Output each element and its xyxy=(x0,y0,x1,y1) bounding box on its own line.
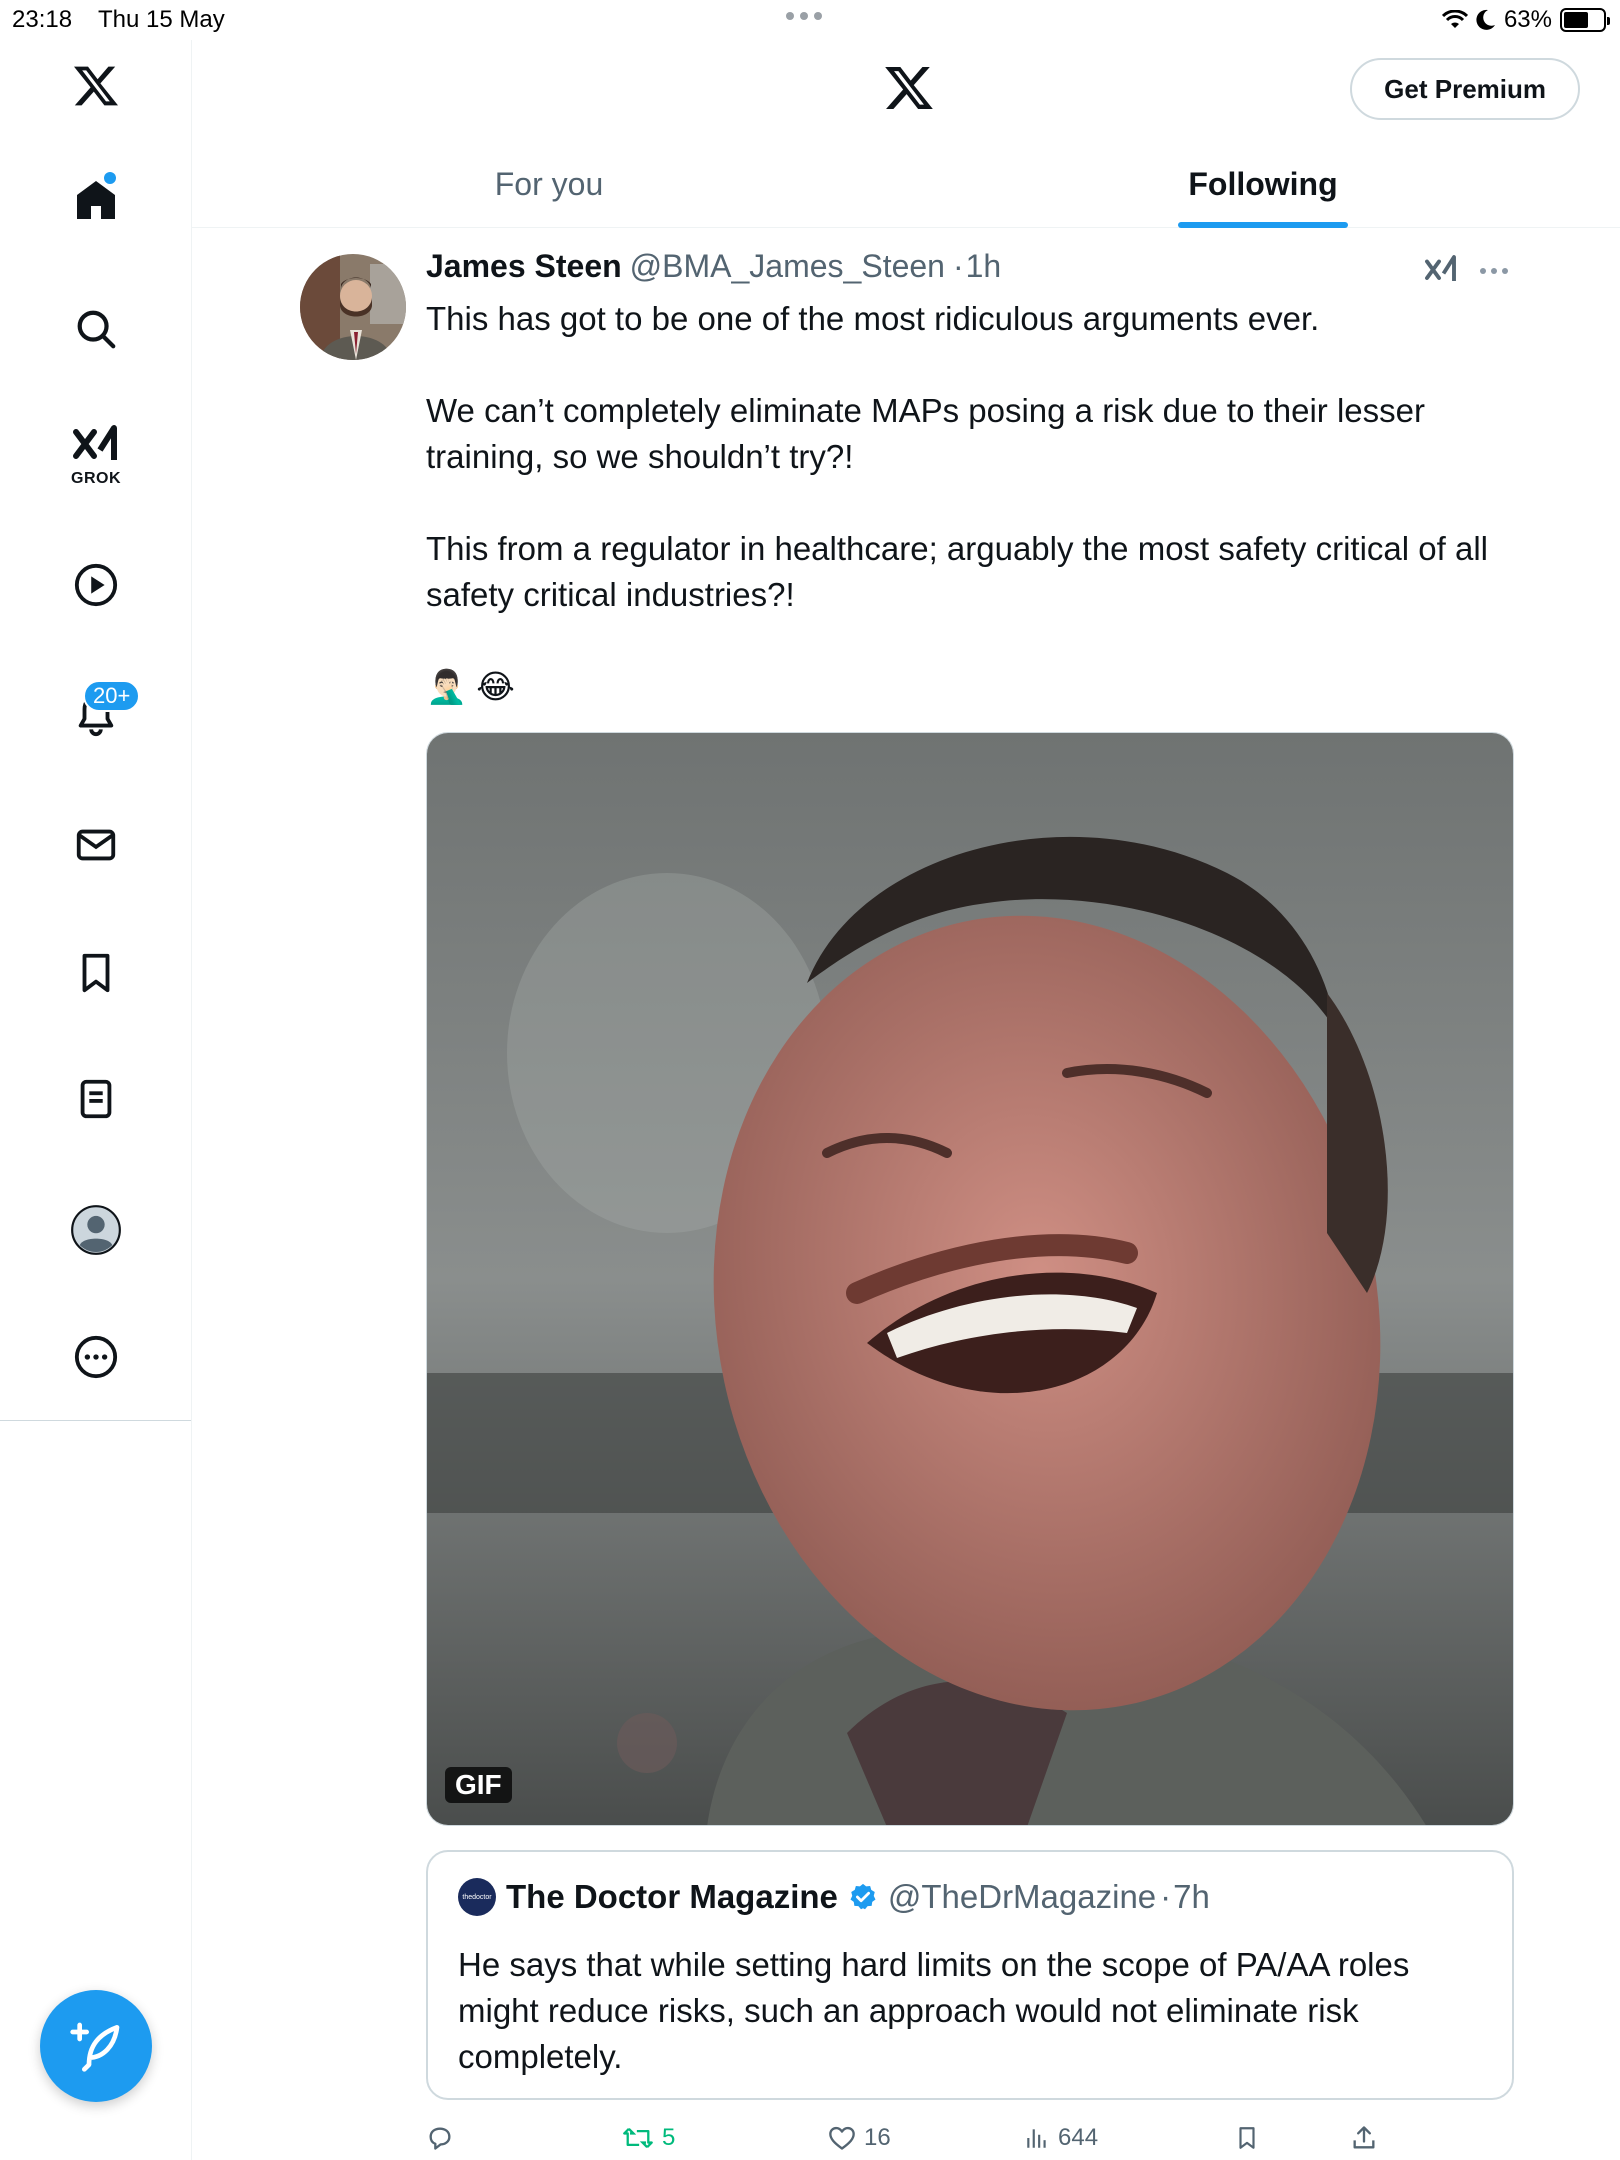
sidebar-item-explore[interactable] xyxy=(0,306,192,352)
retweet-icon xyxy=(623,2128,653,2148)
moon-icon xyxy=(1476,9,1495,30)
grok-explain-button[interactable] xyxy=(1424,252,1460,291)
sidebar-item-profile[interactable] xyxy=(0,1204,192,1256)
grok-label: GROK xyxy=(71,470,121,487)
quote-author-handle[interactable]: @TheDrMagazine xyxy=(888,1878,1156,1916)
status-date: Thu 15 May xyxy=(98,6,225,33)
sidebar-item-messages[interactable] xyxy=(0,822,192,868)
sidebar-item-bookmarks[interactable] xyxy=(0,950,192,996)
retweet-count: 5 xyxy=(662,2124,676,2151)
timeline-tabs: For you Following xyxy=(192,140,1620,228)
share-icon xyxy=(1353,2126,1375,2149)
list-icon xyxy=(80,1079,112,1119)
compose-button[interactable] xyxy=(40,1990,152,2102)
author-handle[interactable]: @BMA_James_Steen xyxy=(630,248,945,285)
quote-author-name[interactable]: The Doctor Magazine xyxy=(506,1878,838,1916)
more-icon xyxy=(74,1335,118,1379)
status-indicators: 63% xyxy=(1441,6,1610,34)
wifi-icon xyxy=(1441,10,1468,28)
mail-icon xyxy=(76,829,116,861)
avatar-image xyxy=(300,254,406,360)
battery-percent: 63% xyxy=(1503,6,1552,33)
status-bar: 23:18 Thu 15 May 63% xyxy=(0,0,1620,40)
tab-following-label: Following xyxy=(1188,165,1338,202)
get-premium-button[interactable]: Get Premium xyxy=(1350,58,1580,120)
bookmark-icon xyxy=(82,953,110,993)
tweet-line xyxy=(426,342,1516,388)
like-button[interactable]: 16 xyxy=(828,2124,891,2152)
tweet-line: We can’t completely eliminate MAPs posin… xyxy=(426,392,1425,475)
tab-for-you[interactable]: For you xyxy=(192,140,906,228)
grok-icon xyxy=(1425,255,1456,281)
gif-image xyxy=(427,733,1513,1825)
bookmark-icon xyxy=(1239,2127,1255,2149)
x-logo-center[interactable] xyxy=(882,62,936,119)
x-logo-icon xyxy=(885,66,933,110)
views-icon xyxy=(1027,2129,1046,2148)
share-button[interactable] xyxy=(1350,2124,1378,2152)
battery-icon xyxy=(1560,8,1610,32)
status-time: 23:18 xyxy=(12,6,73,33)
author-name[interactable]: James Steen xyxy=(426,248,622,285)
sidebar-item-video[interactable] xyxy=(0,562,192,608)
grok-icon xyxy=(73,425,117,460)
tab-for-you-label: For you xyxy=(494,165,604,202)
tweet-gif[interactable]: GIF xyxy=(426,732,1514,1826)
play-icon xyxy=(74,563,118,607)
tab-following[interactable]: Following xyxy=(906,140,1620,228)
x-logo-icon xyxy=(74,66,118,106)
reply-icon xyxy=(429,2127,451,2150)
heart-icon xyxy=(829,2126,855,2150)
sidebar-item-more[interactable] xyxy=(0,1334,192,1380)
compose-icon xyxy=(70,2022,120,2072)
sidebar-divider xyxy=(0,1420,192,1421)
quoted-tweet[interactable]: thedoctor The Doctor Magazine @TheDrMaga… xyxy=(426,1850,1514,2100)
views-button[interactable]: 644 xyxy=(1024,2124,1098,2152)
tweet-emoji-line: 🤦🏻‍♂️ 😂 xyxy=(426,668,515,705)
x-logo[interactable] xyxy=(0,62,192,110)
separator: · xyxy=(1160,1878,1172,1915)
tweet-line xyxy=(426,480,1516,526)
retweet-button[interactable]: 5 xyxy=(622,2124,675,2152)
views-count: 644 xyxy=(1058,2124,1099,2151)
verified-badge-icon xyxy=(850,1883,876,1910)
separator: · xyxy=(952,248,964,284)
quote-time[interactable]: 7h xyxy=(1173,1878,1210,1916)
quote-text: He says that while setting hard limits o… xyxy=(458,1946,1410,2075)
sidebar-item-home[interactable] xyxy=(0,172,192,224)
profile-icon xyxy=(71,1205,121,1255)
tweet-line: This from a regulator in healthcare; arg… xyxy=(426,530,1488,613)
tweet[interactable]: James Steen @BMA_James_Steen · 1h This h… xyxy=(192,228,1620,2160)
reply-button[interactable] xyxy=(426,2124,462,2152)
sidebar-item-lists[interactable] xyxy=(0,1076,192,1122)
notification-badge: 20+ xyxy=(83,680,141,712)
gif-badge: GIF xyxy=(445,1767,512,1803)
tweet-line xyxy=(426,618,1516,664)
sidebar-item-notifications[interactable]: 20+ xyxy=(0,680,192,738)
tweet-text: This has got to be one of the most ridic… xyxy=(426,296,1516,710)
avatar[interactable] xyxy=(300,254,406,360)
unread-dot xyxy=(104,172,116,184)
tweet-header: James Steen @BMA_James_Steen · 1h xyxy=(426,248,1001,285)
sidebar: GROK 20+ xyxy=(0,40,192,1420)
top-bar: Get Premium For you Following xyxy=(192,40,1620,228)
quote-avatar[interactable]: thedoctor xyxy=(458,1878,496,1916)
tweet-time[interactable]: 1h xyxy=(966,248,1002,285)
like-count: 16 xyxy=(864,2124,891,2151)
search-icon xyxy=(77,310,116,349)
more-options-icon[interactable] xyxy=(1480,268,1508,274)
bookmark-button[interactable] xyxy=(1234,2124,1260,2152)
tweet-actions: 5 16 644 xyxy=(426,2124,1586,2160)
multitasking-dots-icon[interactable] xyxy=(786,12,822,20)
quote-header: thedoctor The Doctor Magazine @TheDrMaga… xyxy=(458,1878,1210,1916)
tweet-line: This has got to be one of the most ridic… xyxy=(426,300,1320,337)
sidebar-item-grok[interactable]: GROK xyxy=(0,424,192,488)
